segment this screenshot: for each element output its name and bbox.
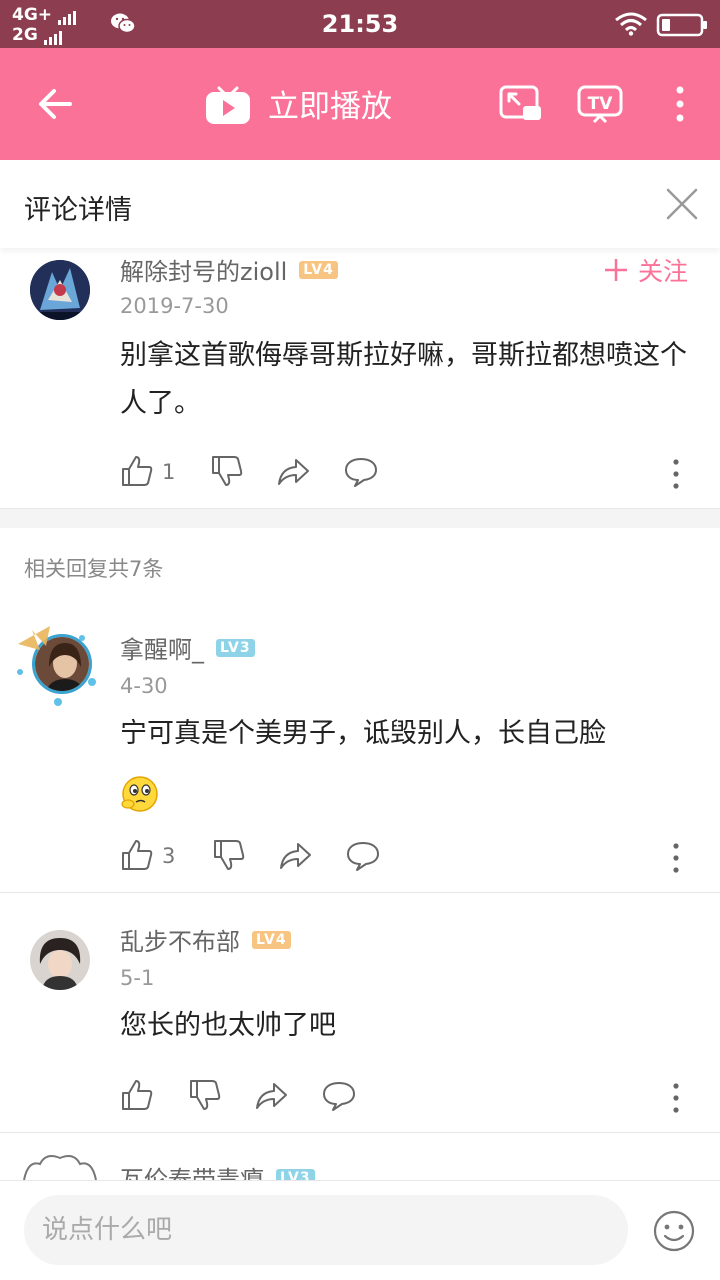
username-text: 拿醒啊_	[120, 636, 204, 664]
main-comment: 解除封号的zioll LV4 2019-7-30 别拿这首歌侮辱哥斯拉好嘛，哥斯…	[0, 0, 720, 508]
comment-date: 2019-7-30	[120, 294, 229, 318]
avatar-frame-decoration	[23, 1155, 97, 1180]
comment-actions: 3	[0, 838, 720, 878]
share-icon[interactable]	[278, 838, 312, 872]
level-badge: LV4	[299, 260, 338, 279]
thumbs-up-icon[interactable]	[120, 454, 154, 488]
username-text: 乱步不布部	[120, 928, 240, 956]
emoji-icon[interactable]	[652, 1209, 696, 1253]
thumbs-up-icon[interactable]	[120, 1078, 154, 1112]
like-count: 3	[162, 844, 176, 868]
share-icon[interactable]	[254, 1078, 288, 1112]
thinking-emoji-icon	[121, 776, 158, 812]
comment-actions: 1	[0, 454, 720, 494]
username[interactable]: 解除封号的zioll LV4	[120, 252, 338, 287]
comment-text: 宁可真是个美男子，诋毁别人，长自己脸	[120, 718, 606, 749]
more-vertical-icon[interactable]	[666, 1081, 686, 1115]
follow-button[interactable]: 关注	[604, 252, 688, 288]
comment-detail-header: 评论详情	[0, 160, 720, 248]
thumbs-down-icon[interactable]	[210, 454, 244, 488]
comment-date: 4-30	[120, 674, 168, 698]
username-text: 解除封号的zioll	[120, 258, 288, 286]
plus-icon	[605, 259, 627, 281]
thumbs-down-icon[interactable]	[188, 1078, 222, 1112]
thumbs-down-icon[interactable]	[212, 838, 246, 872]
avatar[interactable]	[30, 930, 90, 990]
username[interactable]: 乱步不布部 LV4	[120, 922, 291, 957]
comment-input-bar	[0, 1180, 720, 1280]
avatar-frame-decoration	[17, 626, 96, 706]
comment-icon[interactable]	[322, 1078, 356, 1112]
divider	[0, 892, 720, 893]
follow-label: 关注	[638, 257, 689, 286]
avatar[interactable]	[30, 260, 90, 320]
section-divider	[0, 508, 720, 528]
level-badge: LV3	[216, 638, 255, 657]
divider	[0, 1132, 720, 1133]
comment-icon[interactable]	[344, 454, 378, 488]
level-badge: LV4	[252, 930, 291, 949]
comment-actions	[0, 1078, 720, 1118]
share-icon[interactable]	[276, 454, 310, 488]
close-icon[interactable]	[664, 186, 700, 222]
comment-text: 您长的也太帅了吧	[120, 1010, 336, 1041]
like-count: 1	[162, 460, 176, 484]
comment-date: 5-1	[120, 966, 155, 990]
replies-count: 相关回复共7条	[24, 557, 164, 581]
thumbs-up-icon[interactable]	[120, 838, 154, 872]
page-title: 评论详情	[24, 195, 132, 226]
comment-text: 别拿这首歌侮辱哥斯拉好嘛，哥斯拉都想喷这个人了。	[120, 340, 687, 419]
comment-icon[interactable]	[346, 838, 380, 872]
more-vertical-icon[interactable]	[666, 841, 686, 875]
more-vertical-icon[interactable]	[666, 457, 686, 491]
comment-input[interactable]	[24, 1195, 628, 1265]
username[interactable]: 拿醒啊_ LV3	[120, 630, 255, 665]
